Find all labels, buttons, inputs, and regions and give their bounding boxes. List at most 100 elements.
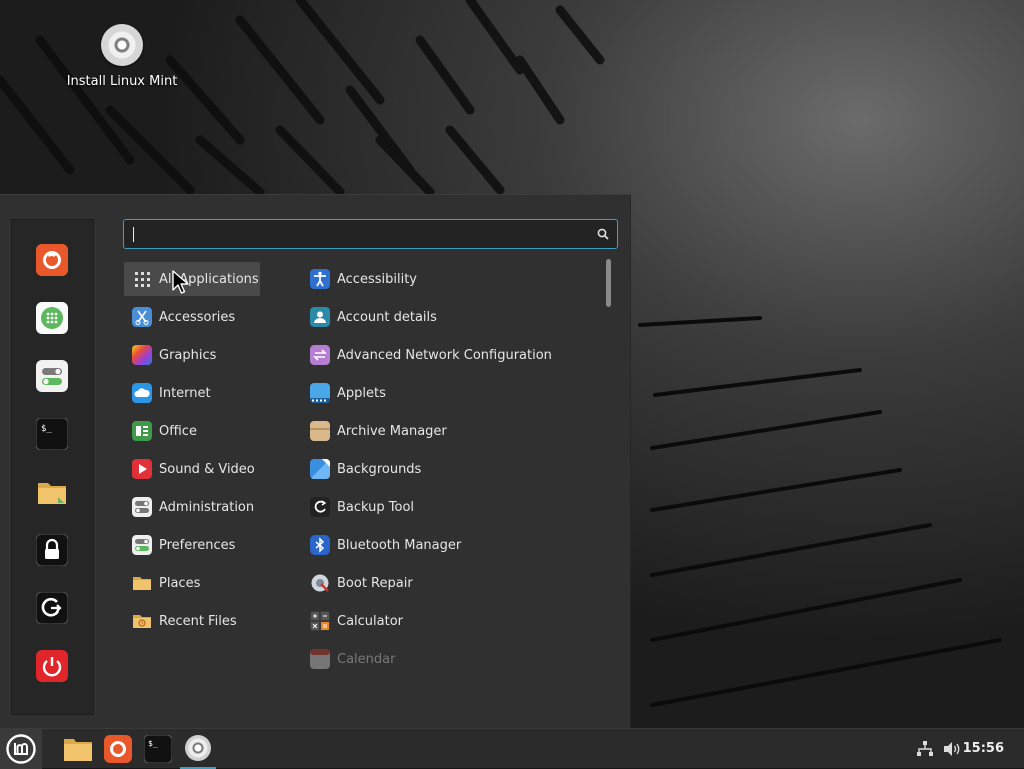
app-label: Account details xyxy=(337,309,437,325)
app-backgrounds[interactable]: Backgrounds xyxy=(302,452,602,486)
app-advanced-network-configuration[interactable]: Advanced Network Configuration xyxy=(302,338,602,372)
disc-icon xyxy=(185,735,211,761)
account-icon xyxy=(310,307,330,327)
app-label: Backgrounds xyxy=(337,461,422,477)
software-manager-icon xyxy=(36,302,68,334)
taskbar-files-launcher[interactable] xyxy=(58,729,98,769)
favorite-shutdown[interactable] xyxy=(36,650,68,682)
category-label: Internet xyxy=(159,385,211,401)
preferences-icon xyxy=(132,535,152,555)
app-account-details[interactable]: Account details xyxy=(302,300,602,334)
category-office[interactable]: Office xyxy=(124,414,260,448)
favorite-logout[interactable] xyxy=(36,592,68,624)
app-calculator[interactable]: Calculator xyxy=(302,604,602,638)
app-label: Boot Repair xyxy=(337,575,413,591)
app-boot-repair[interactable]: Boot Repair xyxy=(302,566,602,600)
settings-toggle-icon xyxy=(36,360,68,392)
app-label: Advanced Network Configuration xyxy=(337,347,552,363)
desktop-icon-install-linux-mint[interactable]: Install Linux Mint xyxy=(64,24,180,89)
favorite-terminal[interactable]: $_ xyxy=(36,418,68,450)
category-label: Places xyxy=(159,575,201,591)
app-label: Calculator xyxy=(337,613,404,629)
app-archive-manager[interactable]: Archive Manager xyxy=(302,414,602,448)
folder-icon xyxy=(133,577,151,590)
grid-icon xyxy=(135,272,150,287)
taskbar-terminal-launcher[interactable]: $_ xyxy=(140,729,176,769)
application-menu: $_ All Applications Accessories Graphics… xyxy=(0,194,631,729)
app-label: Archive Manager xyxy=(337,423,447,439)
favorite-lock-screen[interactable] xyxy=(36,534,68,566)
menu-button[interactable] xyxy=(0,729,42,769)
boot-repair-icon xyxy=(311,574,329,592)
favorite-software-manager[interactable] xyxy=(36,302,68,334)
clock[interactable]: 15:56 xyxy=(963,729,1004,769)
category-label: Graphics xyxy=(159,347,217,363)
app-bluetooth-manager[interactable]: Bluetooth Manager xyxy=(302,528,602,562)
mouse-pointer-icon xyxy=(172,270,189,294)
category-label: Recent Files xyxy=(159,613,237,629)
search-box[interactable] xyxy=(123,219,618,249)
svg-text:$_: $_ xyxy=(41,424,52,434)
volume-icon[interactable] xyxy=(942,740,962,758)
calculator-icon xyxy=(310,611,330,631)
category-accessories[interactable]: Accessories xyxy=(124,300,260,334)
taskbar-install-mint-window[interactable] xyxy=(180,729,216,769)
app-label: Calendar xyxy=(337,651,396,667)
backup-icon xyxy=(310,497,330,517)
category-label: Accessories xyxy=(159,309,236,325)
graphics-icon xyxy=(132,345,152,365)
accessibility-icon xyxy=(310,269,330,289)
applets-icon xyxy=(310,383,330,403)
app-label: Backup Tool xyxy=(337,499,415,515)
favorites-sidebar: $_ xyxy=(11,219,94,715)
app-backup-tool[interactable]: Backup Tool xyxy=(302,490,602,524)
cloud-icon xyxy=(132,383,152,403)
category-administration[interactable]: Administration xyxy=(124,490,260,524)
power-icon xyxy=(36,650,68,682)
category-internet[interactable]: Internet xyxy=(124,376,260,410)
category-label: Sound & Video xyxy=(159,461,255,477)
category-sound-video[interactable]: Sound & Video xyxy=(124,452,260,486)
taskbar-firefox-launcher[interactable] xyxy=(100,729,136,769)
app-accessibility[interactable]: Accessibility xyxy=(302,262,602,296)
lock-icon xyxy=(36,534,68,566)
backgrounds-icon xyxy=(310,459,330,479)
favorite-files[interactable] xyxy=(36,476,68,508)
app-label: Bluetooth Manager xyxy=(337,537,462,553)
search-input[interactable] xyxy=(130,223,584,247)
terminal-icon: $_ xyxy=(36,418,68,450)
system-tray xyxy=(916,729,962,769)
desktop-icon-label: Install Linux Mint xyxy=(66,74,178,89)
recent-folder-icon xyxy=(133,615,151,628)
favorite-firefox[interactable] xyxy=(36,244,68,276)
category-preferences[interactable]: Preferences xyxy=(124,528,260,562)
bluetooth-icon xyxy=(310,535,330,555)
svg-text:$_: $_ xyxy=(148,739,158,748)
search-icon[interactable] xyxy=(597,228,609,240)
scissors-icon xyxy=(132,307,152,327)
bottom-panel: $_ 15:56 xyxy=(0,728,1024,769)
category-graphics[interactable]: Graphics xyxy=(124,338,260,372)
terminal-icon: $_ xyxy=(144,735,172,763)
app-list-scrollbar[interactable] xyxy=(606,259,611,307)
firefox-icon xyxy=(104,735,132,763)
favorite-system-settings[interactable] xyxy=(36,360,68,392)
folder-icon xyxy=(38,483,66,504)
disc-icon xyxy=(101,24,143,66)
app-applets[interactable]: Applets xyxy=(302,376,602,410)
admin-icon xyxy=(132,497,152,517)
app-calendar[interactable]: Calendar xyxy=(302,642,602,676)
firefox-icon xyxy=(36,244,68,276)
linux-mint-logo-icon xyxy=(6,734,36,764)
category-label: Preferences xyxy=(159,537,236,553)
category-label: Office xyxy=(159,423,197,439)
category-label: Administration xyxy=(159,499,255,515)
app-label: Accessibility xyxy=(337,271,417,287)
network-icon[interactable] xyxy=(916,740,934,758)
calendar-icon xyxy=(310,649,330,669)
play-icon xyxy=(132,459,152,479)
category-all-applications[interactable]: All Applications xyxy=(124,262,260,296)
category-recent-files[interactable]: Recent Files xyxy=(124,604,260,638)
category-places[interactable]: Places xyxy=(124,566,260,600)
folder-icon xyxy=(64,739,92,761)
